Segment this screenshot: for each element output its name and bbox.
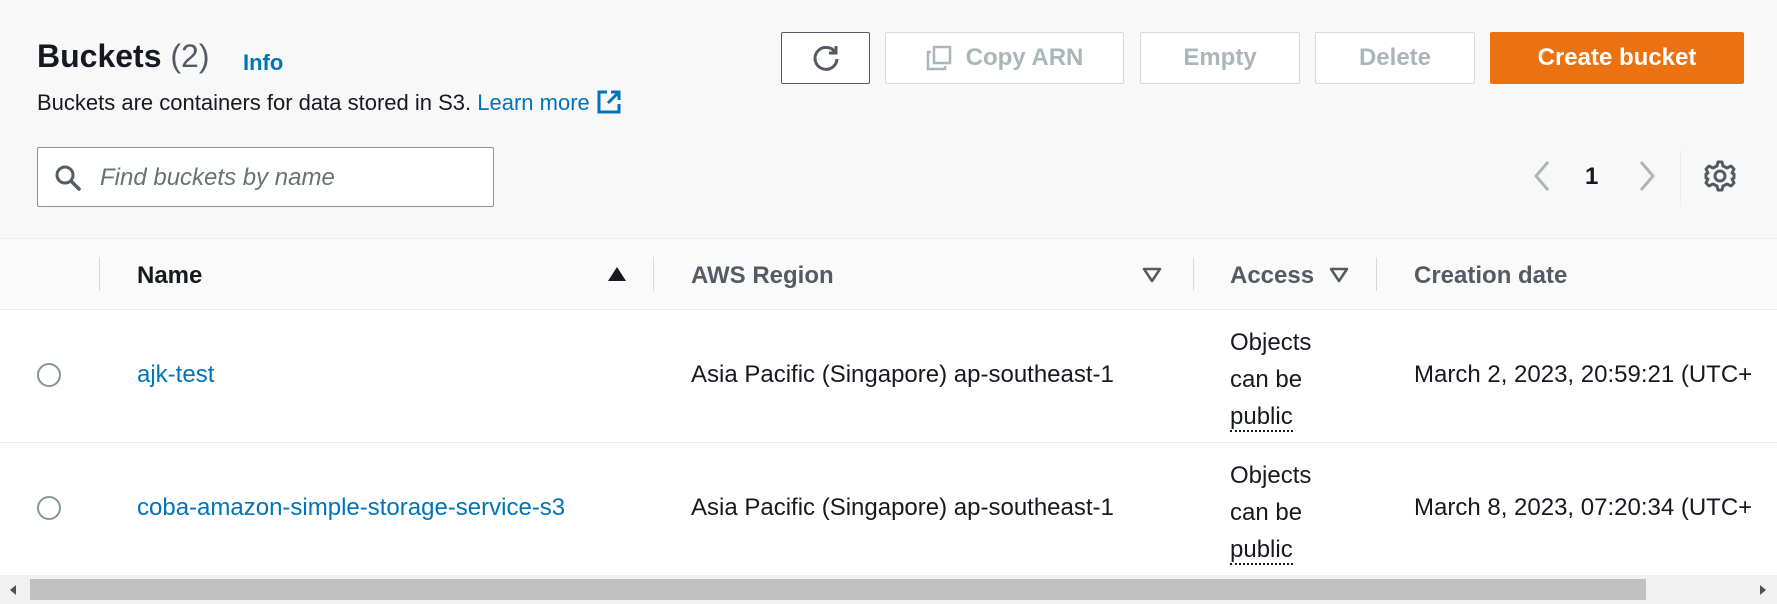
learn-more-label: Learn more [477,90,590,115]
bucket-access[interactable]: Objects can be public [1230,457,1350,568]
copy-arn-label: Copy ARN [965,44,1084,71]
scrollbar-thumb[interactable] [30,579,1646,600]
column-separator [1376,257,1377,291]
sort-ascending-icon[interactable] [606,265,628,283]
table-header: Name AWS Region Access Creation date [0,239,1777,310]
column-separator [99,257,100,291]
sort-descending-icon[interactable] [1142,266,1162,284]
column-separator [653,257,654,291]
access-line: can be [1230,499,1303,526]
refresh-button[interactable] [781,32,870,84]
gear-icon[interactable] [1703,159,1737,193]
row-select-radio[interactable] [37,363,61,387]
search-input[interactable] [98,156,482,200]
bucket-access[interactable]: Objects can be public [1230,324,1350,435]
empty-button[interactable]: Empty [1140,32,1300,84]
next-page-icon[interactable] [1635,158,1659,194]
bucket-creation-date: March 8, 2023, 07:20:34 (UTC+ [1414,494,1753,521]
access-line: Objects [1230,329,1312,356]
pager-divider [1680,150,1681,206]
copy-arn-button[interactable]: Copy ARN [885,32,1124,84]
bucket-creation-date: March 2, 2023, 20:59:21 (UTC+ [1414,361,1753,388]
scroll-right-icon[interactable] [1758,584,1768,596]
delete-label: Delete [1358,44,1432,71]
column-header-name[interactable]: Name [137,262,202,290]
column-header-access[interactable]: Access [1230,262,1314,290]
bucket-region: Asia Pacific (Singapore) ap-southeast-1 [691,494,1114,521]
learn-more-link[interactable]: Learn more [477,90,622,115]
refresh-icon [813,45,838,71]
access-line: can be [1230,366,1303,393]
bucket-region: Asia Pacific (Singapore) ap-southeast-1 [691,361,1114,388]
table-row[interactable]: ajk-test Asia Pacific (Singapore) ap-sou… [0,310,1777,443]
current-page-number[interactable]: 1 [1585,163,1598,191]
delete-button[interactable]: Delete [1315,32,1475,84]
scroll-left-icon[interactable] [8,584,18,596]
horizontal-scrollbar[interactable] [0,575,1777,604]
bucket-count: (2) [170,38,210,74]
page-description: Buckets are containers for data stored i… [37,89,622,116]
empty-label: Empty [1183,44,1257,71]
page-header: Buckets (2) Info Buckets are containers … [0,0,1777,239]
column-separator [1193,257,1194,291]
column-header-creation-date[interactable]: Creation date [1414,262,1567,290]
create-bucket-button[interactable]: Create bucket [1490,32,1744,84]
access-line: Objects [1230,462,1312,489]
table-row[interactable]: coba-amazon-simple-storage-service-s3 As… [0,443,1777,576]
page-title: Buckets (2) [37,38,210,75]
external-link-icon [597,90,621,114]
info-link[interactable]: Info [243,50,283,76]
search-icon [55,165,81,191]
access-line: public [1230,403,1293,432]
create-bucket-label: Create bucket [1537,44,1697,71]
previous-page-icon[interactable] [1530,158,1554,194]
bucket-name-link[interactable]: coba-amazon-simple-storage-service-s3 [137,494,565,522]
search-box[interactable] [37,147,494,207]
sort-descending-icon[interactable] [1329,266,1349,284]
row-select-radio[interactable] [37,496,61,520]
copy-icon [926,45,951,71]
access-line: public [1230,536,1293,565]
description-text: Buckets are containers for data stored i… [37,90,472,115]
bucket-name-link[interactable]: ajk-test [137,361,214,389]
column-header-region[interactable]: AWS Region [691,262,834,290]
page-title-text: Buckets [37,38,162,74]
